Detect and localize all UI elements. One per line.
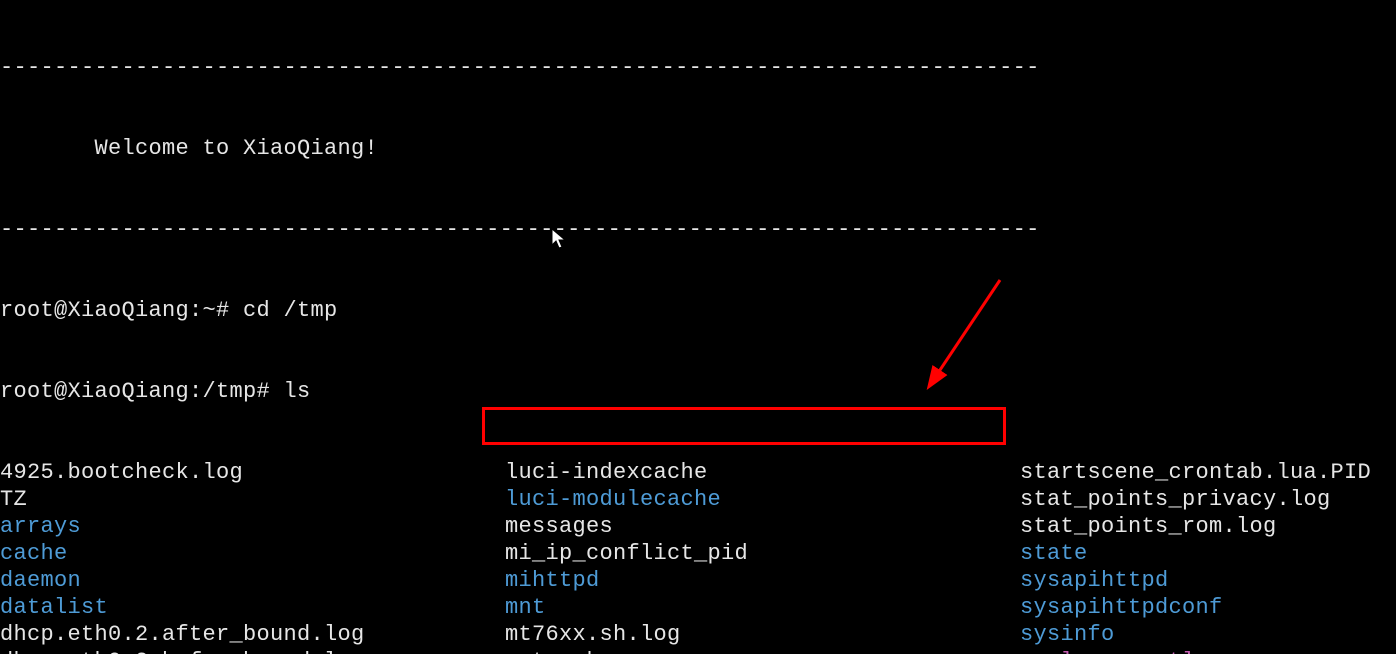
- dash-line-bottom: ----------------------------------------…: [0, 216, 1396, 243]
- ls-row: dhcp.eth0.2.after_bound.logmt76xx.sh.log…: [0, 621, 1396, 648]
- ls-row: 4925.bootcheck.logluci-indexcachestartsc…: [0, 459, 1396, 486]
- ls-entry: luci-indexcache: [505, 459, 1020, 486]
- ls-entry: dhcp.eth0.2.befor_bound.log: [0, 648, 505, 654]
- ls-entry: sysinfo: [1020, 621, 1115, 648]
- prompt-line-1: root@XiaoQiang:~# cd /tmp: [0, 297, 1396, 324]
- ls-entry: luci-modulecache: [505, 486, 1020, 513]
- ls-entry: stat_points_privacy.log: [1020, 486, 1331, 513]
- ls-entry: cache: [0, 540, 505, 567]
- ls-entry: state: [1020, 540, 1088, 567]
- ls-entry: sysapihttpd: [1020, 567, 1169, 594]
- ls-entry: mihttpd: [505, 567, 1020, 594]
- shell-command: ls: [284, 379, 311, 404]
- shell-prompt: root@XiaoQiang:/tmp#: [0, 379, 284, 404]
- ls-row: daemonmihttpdsysapihttpd: [0, 567, 1396, 594]
- ls-row: arraysmessagesstat_points_rom.log: [0, 513, 1396, 540]
- ls-entry: mt76xx.sh.log: [505, 621, 1020, 648]
- ls-entry: messages: [505, 513, 1020, 540]
- shell-prompt: root@XiaoQiang:~#: [0, 298, 243, 323]
- ls-entry: syslog-ng.ctl: [1020, 648, 1196, 654]
- ls-row: TZluci-modulecachestat_points_privacy.lo…: [0, 486, 1396, 513]
- shell-command: cd /tmp: [243, 298, 338, 323]
- banner-line: Welcome to XiaoQiang!: [0, 135, 1396, 162]
- ls-entry: sysapihttpdconf: [1020, 594, 1223, 621]
- ls-entry: mnt: [505, 594, 1020, 621]
- ls-entry: network.env: [505, 648, 1020, 654]
- ls-entry: datalist: [0, 594, 505, 621]
- terminal-output[interactable]: ----------------------------------------…: [0, 0, 1396, 654]
- ls-row: datalistmntsysapihttpdconf: [0, 594, 1396, 621]
- ls-entry: daemon: [0, 567, 505, 594]
- ls-row: dhcp.eth0.2.befor_bound.lognetwork.envsy…: [0, 648, 1396, 654]
- ls-output: 4925.bootcheck.logluci-indexcachestartsc…: [0, 459, 1396, 654]
- ls-entry: TZ: [0, 486, 505, 513]
- ls-entry: 4925.bootcheck.log: [0, 459, 505, 486]
- ls-entry: stat_points_rom.log: [1020, 513, 1277, 540]
- ls-entry: startscene_crontab.lua.PID: [1020, 459, 1371, 486]
- ls-entry: dhcp.eth0.2.after_bound.log: [0, 621, 505, 648]
- prompt-line-2: root@XiaoQiang:/tmp# ls: [0, 378, 1396, 405]
- ls-entry: arrays: [0, 513, 505, 540]
- ls-row: cachemi_ip_conflict_pidstate: [0, 540, 1396, 567]
- dash-line-top: ----------------------------------------…: [0, 54, 1396, 81]
- ls-entry: mi_ip_conflict_pid: [505, 540, 1020, 567]
